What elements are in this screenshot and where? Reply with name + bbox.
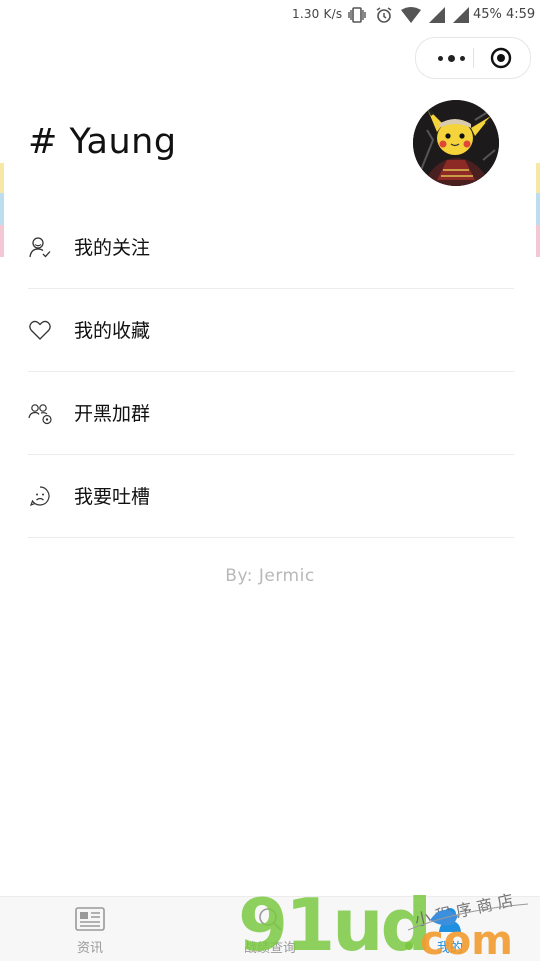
decor-strip [536, 193, 540, 225]
tab-match-search[interactable]: 战绩查询 [180, 897, 360, 961]
menu-item-join-group[interactable]: 开黑加群 [28, 372, 514, 455]
decor-strip [536, 225, 540, 257]
page-title: # Yaung [28, 122, 177, 162]
group-add-icon [28, 404, 52, 425]
tab-label: 我的 [436, 941, 463, 956]
menu-item-following[interactable]: 我的关注 [28, 206, 514, 289]
vibrate-icon [348, 7, 366, 23]
wifi-icon [401, 7, 421, 23]
dot-icon [447, 54, 455, 62]
profile-menu: 我的关注 我的收藏 开黑加群 我要吐槽 [28, 206, 514, 538]
menu-item-label: 我要吐槽 [74, 486, 151, 508]
frown-face-icon [29, 486, 50, 507]
capsule-divider [473, 48, 474, 68]
alarm-icon [376, 7, 392, 23]
pikachu-avatar-image [413, 100, 499, 186]
status-bar: 1.30 K/s 45% 4:59 [0, 0, 540, 30]
search-icon [259, 908, 282, 931]
decor-strip [536, 163, 540, 193]
avatar[interactable] [413, 100, 499, 186]
dot-icon [459, 55, 465, 61]
menu-item-label: 开黑加群 [74, 403, 151, 425]
menu-item-label: 我的收藏 [74, 320, 151, 342]
decor-strip [0, 225, 4, 257]
profile-icon [439, 908, 461, 932]
author-credit: By: Jermic [225, 566, 315, 586]
user-check-icon [29, 237, 51, 258]
tab-mine[interactable]: 我的 [360, 897, 540, 961]
menu-item-favorites[interactable]: 我的收藏 [28, 289, 514, 372]
tab-bar: 资讯 战绩查询 我的 [0, 896, 540, 961]
close-miniprogram-button[interactable] [490, 47, 512, 69]
heart-icon [29, 320, 51, 340]
tab-news[interactable]: 资讯 [0, 897, 180, 961]
battery-level: 45% [473, 7, 502, 22]
signal-icon-2 [453, 7, 469, 23]
menu-item-feedback[interactable]: 我要吐槽 [28, 455, 514, 538]
miniprogram-capsule [415, 37, 531, 79]
network-speed: 1.30 K/s [292, 7, 343, 21]
clock: 4:59 [506, 7, 536, 22]
tab-label: 战绩查询 [243, 941, 296, 956]
menu-item-label: 我的关注 [74, 237, 151, 259]
tab-label: 资讯 [76, 941, 103, 956]
more-menu-button[interactable] [430, 38, 472, 78]
decor-strip [0, 193, 4, 225]
signal-icon-1 [429, 7, 445, 23]
dot-icon [437, 55, 443, 61]
decor-strip [0, 163, 4, 193]
news-icon [75, 907, 105, 931]
